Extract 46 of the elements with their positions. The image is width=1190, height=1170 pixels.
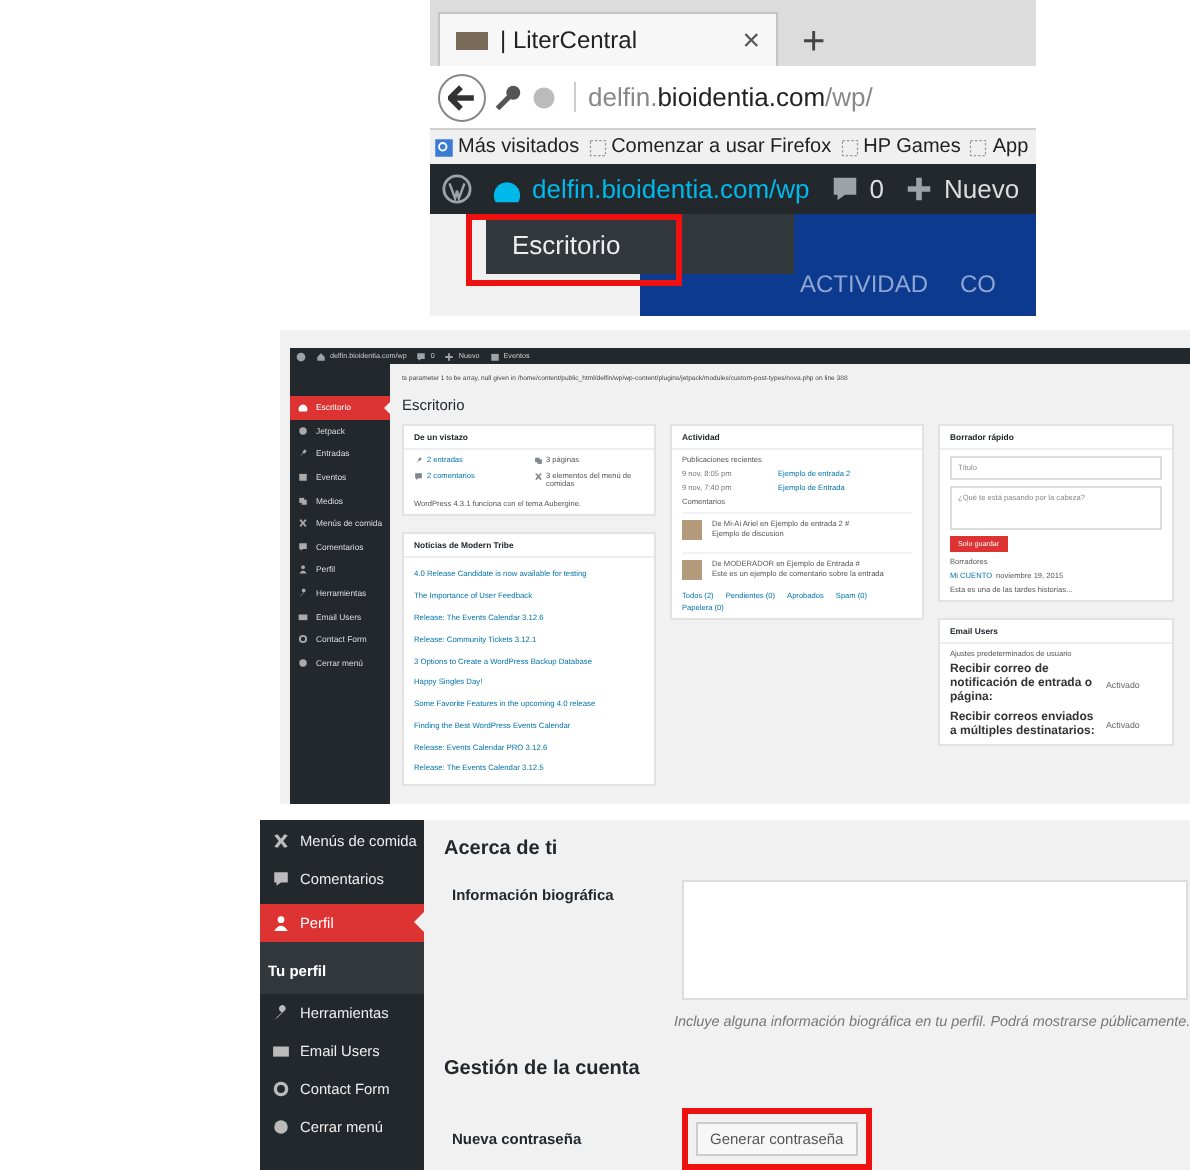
bookmark-item[interactable]: Comenzar a usar Firefox xyxy=(587,136,832,158)
media-icon xyxy=(533,456,542,465)
page-icon xyxy=(839,137,860,157)
back-button[interactable] xyxy=(438,73,486,121)
speech-bubble-icon xyxy=(829,174,860,204)
speech-bubble-icon xyxy=(298,541,308,552)
bookmark-item[interactable]: App xyxy=(968,136,1029,158)
bookmark-folder-icon xyxy=(434,137,454,157)
pin-icon xyxy=(298,448,308,459)
dashboard-icon xyxy=(298,402,308,413)
dropdown-item[interactable]: Escritorio xyxy=(466,214,682,286)
browser-tab[interactable]: | LiterCentral × xyxy=(438,12,778,66)
person-icon xyxy=(298,564,308,575)
new-tab-button[interactable]: + xyxy=(778,22,826,66)
bookmark-item[interactable]: Más visitados xyxy=(434,136,580,158)
person-icon xyxy=(272,914,290,932)
tab-title: | LiterCentral xyxy=(500,26,639,54)
new-menu[interactable]: Nuevo xyxy=(903,174,1020,204)
speech-bubble-icon xyxy=(272,870,290,888)
circle-icon xyxy=(298,425,308,436)
bookmark-item[interactable]: HP Games xyxy=(839,136,961,158)
bio-field[interactable] xyxy=(682,880,1188,1000)
pin-icon xyxy=(414,456,423,465)
key-icon xyxy=(494,83,522,111)
speech-bubble-icon xyxy=(414,471,423,480)
page-icon xyxy=(587,137,608,157)
section-title: Gestión de la cuenta xyxy=(444,1058,642,1080)
media-icon xyxy=(298,495,308,506)
cross-icon xyxy=(533,471,542,480)
cross-icon xyxy=(272,832,290,850)
site-menu[interactable]: delfin.bioidentia.com/wp xyxy=(492,174,810,204)
page-icon xyxy=(968,137,989,157)
plus-icon xyxy=(444,351,455,361)
back-arrow-icon xyxy=(448,83,476,111)
page-nav-link[interactable]: ACTIVIDAD xyxy=(800,270,929,316)
favicon-icon xyxy=(456,31,488,49)
section-title: Acerca de ti xyxy=(444,838,560,860)
page-nav-link[interactable]: CO xyxy=(960,270,997,316)
circle-icon xyxy=(272,1118,290,1136)
circle-icon xyxy=(298,657,308,668)
address-bar[interactable]: delfin.bioidentia.com/wp/ xyxy=(574,82,873,112)
comments-menu[interactable]: 0 xyxy=(829,174,884,204)
close-tab-button[interactable]: × xyxy=(742,23,760,57)
speech-bubble-icon xyxy=(416,351,427,361)
plus-icon xyxy=(903,174,934,204)
cross-icon xyxy=(298,518,308,529)
